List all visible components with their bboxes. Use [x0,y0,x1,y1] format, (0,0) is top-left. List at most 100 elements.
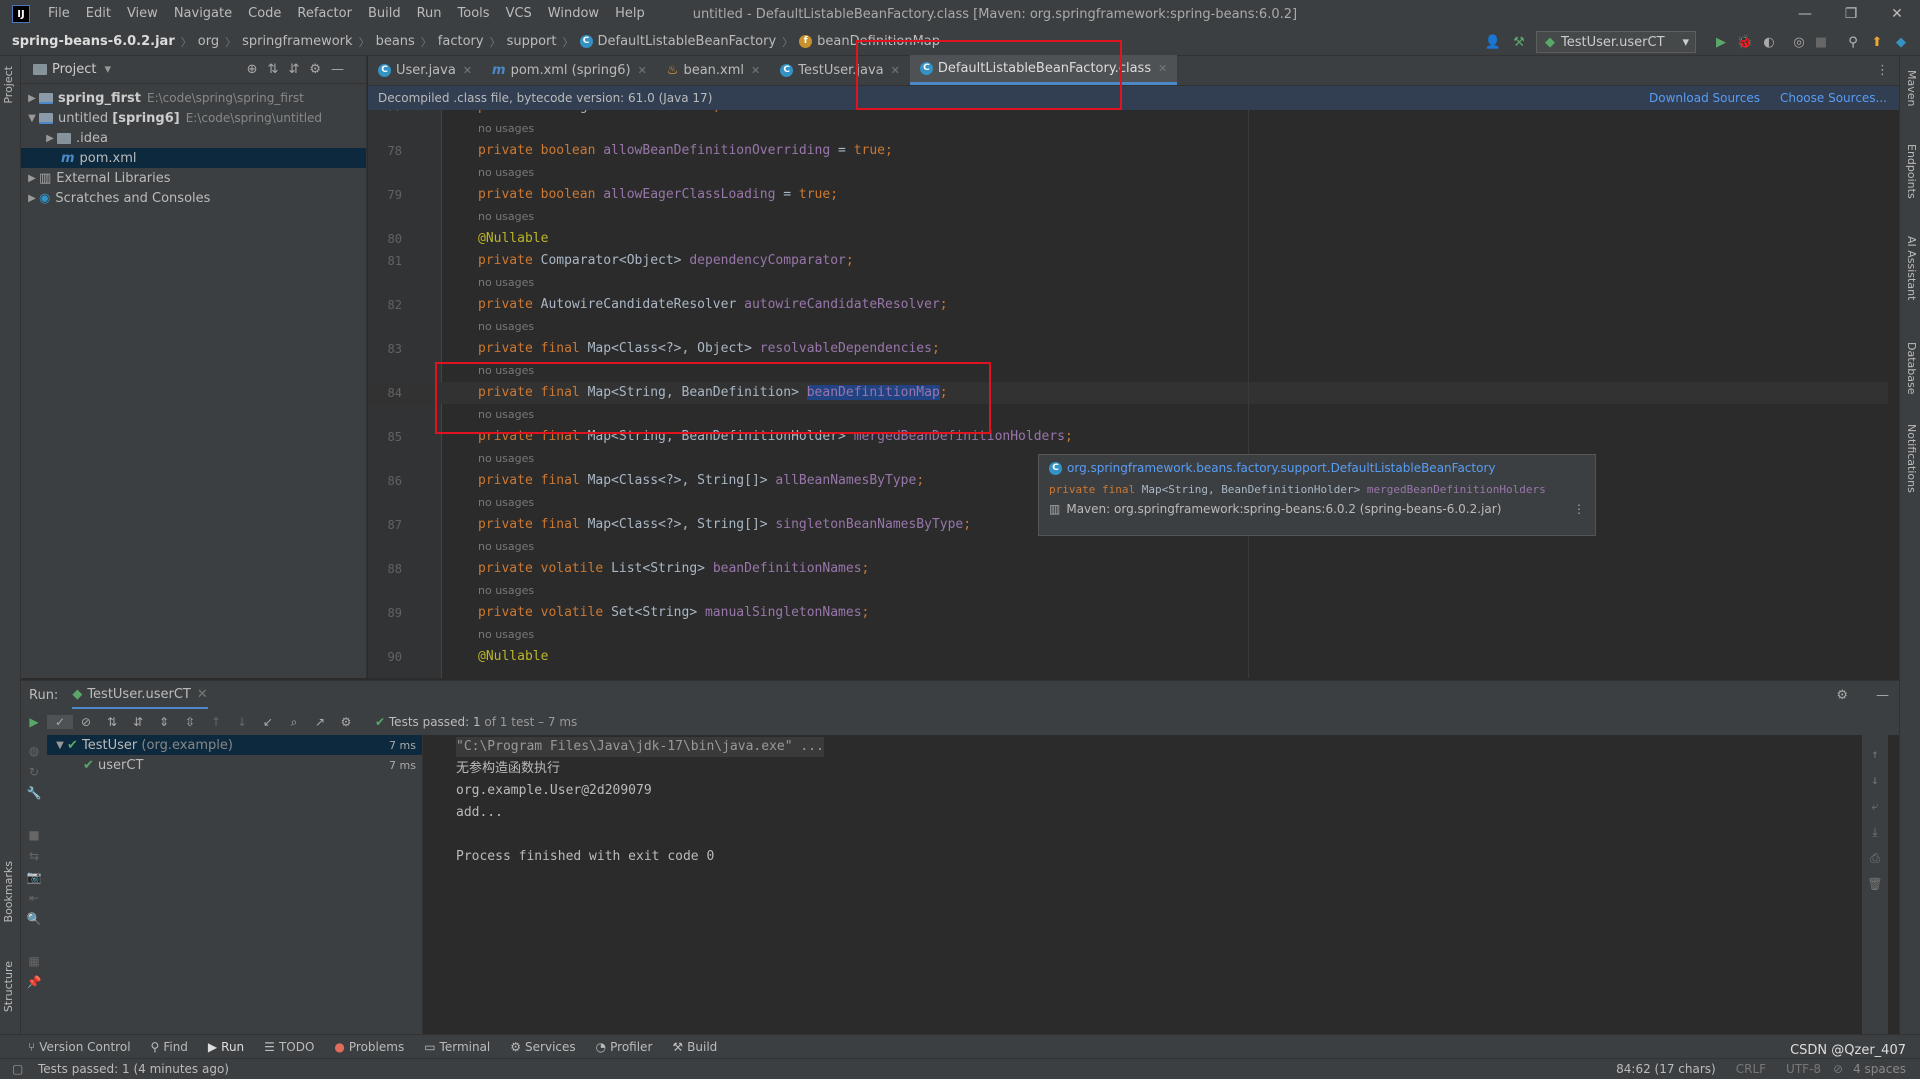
console-output[interactable]: "C:\Program Files\Java\jdk-17\bin\java.e… [424,735,1888,1035]
usages-inlay-hint[interactable]: no usages [478,580,534,602]
code-line[interactable]: 77 private String serializationId; [368,110,1888,118]
database-tool-tab[interactable]: Database [1905,342,1918,395]
code-line[interactable]: 80 @Nullable [368,228,1888,250]
menu-edit[interactable]: Edit [78,0,119,28]
code-line[interactable]: 89 private volatile Set<String> manualSin… [368,602,1888,624]
test-tree-row[interactable]: ✔ userCT 7 ms [47,755,422,775]
file-encoding[interactable]: UTF-8 [1786,1062,1821,1076]
test-tree-row[interactable]: ▼ ✔ TestUser (org.example) 7 ms [47,735,422,755]
update-icon[interactable]: ⬆ [1868,33,1886,51]
tree-item-scratches[interactable]: ▶ ◉ Scratches and Consoles [21,188,366,208]
status-message[interactable]: Tests passed: 1 (4 minutes ago) [38,1062,229,1076]
code-line[interactable]: 82 private AutowireCandidateResolver auto… [368,294,1888,316]
user-icon[interactable]: 👤 [1484,33,1502,51]
menu-view[interactable]: View [119,0,166,28]
code-line[interactable]: 79 private boolean allowEagerClassLoading… [368,184,1888,206]
minimize-icon[interactable]: — [1782,0,1828,28]
profile-icon[interactable]: ◎ [1790,33,1808,51]
export-icon[interactable]: ↗ [307,715,333,729]
gear-icon[interactable]: ⚙ [1836,688,1848,703]
chevron-down-icon[interactable]: ▼ [53,740,67,751]
menu-tools[interactable]: Tools [450,0,498,28]
tool-tab-todo[interactable]: ☰ TODO [264,1040,314,1054]
project-view-dropdown[interactable]: Project [52,62,96,77]
usages-inlay-hint[interactable]: no usages [478,206,534,228]
notifications-tool-tab[interactable]: Notifications [1905,424,1918,493]
restore-icon[interactable]: ❐ [1828,0,1874,28]
chevron-right-icon[interactable]: ▶ [25,173,39,184]
hide-icon[interactable]: — [1876,688,1889,703]
close-icon[interactable]: ✕ [638,64,647,77]
jetbrains-ai-icon[interactable]: ◆ [1892,33,1910,51]
tree-item-untitled[interactable]: ▼ untitled [spring6] E:\code\spring\untitl… [21,108,366,128]
choose-sources-link[interactable]: Choose Sources... [1780,91,1887,105]
usages-inlay-hint[interactable]: no usages [478,624,534,646]
tool-tab-version-control[interactable]: ⑂ Version Control [28,1040,131,1054]
run-side-actions[interactable]: ◍ ↻ 🔧 ■ ⇆ 📷 ⇤ 🔍 ▦ 📌 [21,741,47,993]
endpoints-tool-tab[interactable]: Endpoints [1905,144,1918,199]
close-window-icon[interactable]: ✕ [1874,0,1920,28]
run-configuration-dropdown[interactable]: ◆ TestUser.userCT ▾ [1536,31,1696,53]
tool-tab-profiler[interactable]: ◔ Profiler [596,1040,653,1054]
more-tabs-icon[interactable]: ⋮ [1876,63,1889,78]
tree-item-idea[interactable]: ▶ .idea [21,128,366,148]
close-icon[interactable]: ✕ [1158,62,1167,75]
menu-build[interactable]: Build [360,0,409,28]
code-line[interactable]: 83 private final Map<Class<?>, Object> re… [368,338,1888,360]
code-line[interactable]: 78 private boolean allowBeanDefinitionOve… [368,140,1888,162]
console-actions[interactable]: ↑ ↓ ⤶ ⤓ ⎙ 🗑 [1862,735,1888,1035]
coverage-icon[interactable]: ◐ [1760,33,1778,51]
menu-vcs[interactable]: VCS [498,0,540,28]
tooltip-class-line[interactable]: Corg.springframework.beans.factory.suppo… [1049,461,1585,475]
menu-help[interactable]: Help [607,0,653,28]
usages-inlay-hint[interactable]: no usages [478,272,534,294]
tool-tab-find[interactable]: ⚲ Find [151,1040,188,1054]
usages-inlay-hint[interactable]: no usages [478,492,534,514]
menu-window[interactable]: Window [540,0,607,28]
usages-inlay-hint[interactable]: no usages [478,448,534,470]
bookmarks-tool-tab[interactable]: Bookmarks [2,861,15,922]
tree-item-external-libraries[interactable]: ▶ ▥ External Libraries [21,168,366,188]
close-icon[interactable]: ✕ [463,64,472,77]
download-sources-link[interactable]: Download Sources [1649,91,1760,105]
ai-assistant-tool-tab[interactable]: AI Assistant [1905,236,1918,300]
search-icon[interactable]: ⚲ [1844,33,1862,51]
breadcrumb-jar[interactable]: spring-beans-6.0.2.jar [12,34,175,49]
breadcrumb-beans[interactable]: beans [376,34,415,49]
usages-inlay-hint[interactable]: no usages [478,536,534,558]
chevron-right-icon[interactable]: ▶ [25,193,39,204]
chevron-down-icon[interactable]: ▼ [25,113,39,124]
build-hammer-icon[interactable]: ⚒ [1510,33,1528,51]
menu-refactor[interactable]: Refactor [289,0,360,28]
read-only-icon[interactable]: ⊘ [1833,1062,1843,1076]
breadcrumb-org[interactable]: org [198,34,219,49]
prev-test-icon[interactable]: ↑ [203,715,229,729]
tree-item-spring-first[interactable]: ▶ spring_first E:\code\spring\spring_first [21,88,366,108]
menu-code[interactable]: Code [240,0,289,28]
show-ignored-icon[interactable]: ⊘ [73,715,99,729]
tree-item-pom[interactable]: m pom.xml [21,148,366,168]
line-separator[interactable]: CRLF [1736,1062,1766,1076]
breadcrumb-support[interactable]: support [507,34,557,49]
tool-tab-terminal[interactable]: ▭ Terminal [424,1040,490,1054]
debug-icon[interactable]: 🐞 [1736,33,1754,51]
tab-user-java[interactable]: C User.java ✕ [368,55,482,85]
close-icon[interactable]: ✕ [197,687,208,702]
usages-inlay-hint[interactable]: no usages [478,162,534,184]
breadcrumb-springframework[interactable]: springframework [242,34,352,49]
menu-file[interactable]: File [40,0,78,28]
close-icon[interactable]: ✕ [751,64,760,77]
code-line[interactable]: 88 private volatile List<String> beanDefi… [368,558,1888,580]
settings-icon[interactable]: ⚙ [333,715,359,729]
menu-run[interactable]: Run [409,0,450,28]
chevron-right-icon[interactable]: ▶ [25,93,39,104]
sort-alpha-icon[interactable]: ⇅ [99,715,125,729]
import-icon[interactable]: ↙ [255,715,281,729]
more-options-icon[interactable]: ⋮ [1573,502,1585,516]
maven-tool-tab[interactable]: Maven [1905,70,1918,106]
tool-tab-build[interactable]: ⚒ Build [672,1040,717,1054]
project-tool-tab[interactable]: Project [2,66,15,104]
history-icon[interactable]: ⌕ [281,715,307,730]
breadcrumb-class[interactable]: C DefaultListableBeanFactory [579,34,776,49]
tool-tab-services[interactable]: ⚙ Services [510,1040,575,1054]
